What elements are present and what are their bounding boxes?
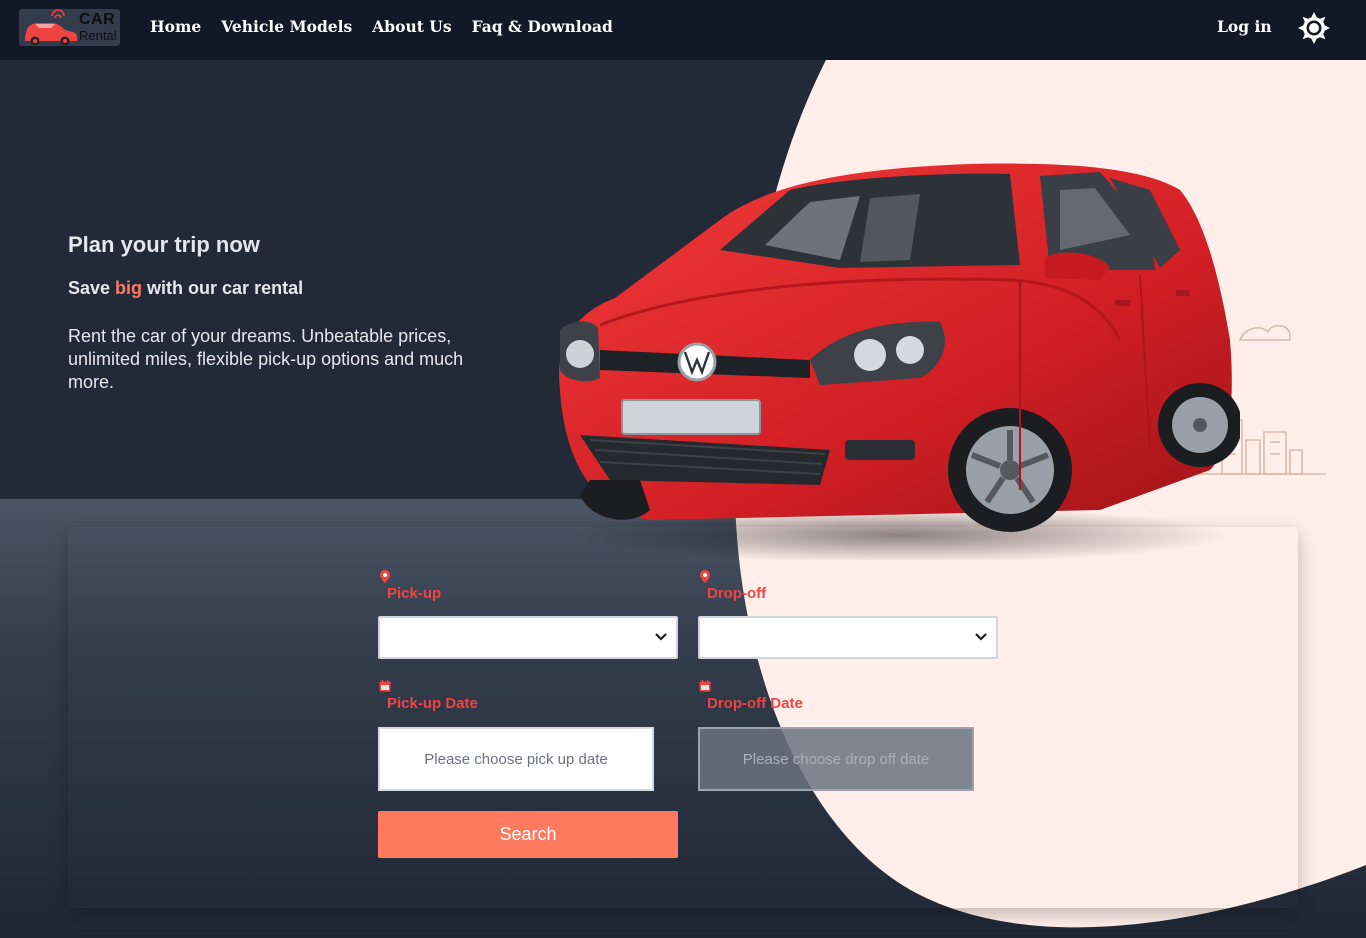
sun-icon (1298, 12, 1330, 44)
dropoff-date-label: Drop-off Date (707, 695, 803, 712)
nav-link-about-us[interactable]: About Us (372, 17, 451, 36)
red-car-image (559, 163, 1240, 560)
hero-text-block: Plan your trip now Save big with our car… (68, 232, 488, 394)
logo-brand-text: CAR (79, 11, 116, 28)
hero-subtitle-pre: Save (68, 278, 116, 298)
nav-links: Home Vehicle Models About Us Faq & Downl… (150, 17, 613, 36)
hero-title: Plan your trip now (68, 232, 260, 257)
dropoff-date-input[interactable] (698, 727, 974, 791)
pickup-date-input[interactable] (378, 727, 654, 791)
logo-sub-text: Rental (79, 28, 117, 43)
booking-card (68, 527, 1298, 908)
theme-toggle-button[interactable] (1297, 11, 1331, 45)
dropoff-select[interactable] (698, 616, 998, 659)
hero-description: Rent the car of your dreams. Unbeatable … (68, 326, 464, 392)
red-car-logo-icon (25, 9, 77, 46)
hero-subtitle-post: with our car rental (142, 278, 304, 298)
dropoff-label: Drop-off (707, 585, 767, 602)
nav-link-faq-download[interactable]: Faq & Download (472, 17, 613, 36)
navbar: CAR Rental Home Vehicle Models About Us … (0, 0, 1366, 60)
chevron-down-icon (655, 633, 667, 641)
hero-subtitle: Save big with our car rental (68, 278, 488, 299)
chevron-down-icon (975, 633, 987, 641)
pickup-label: Pick-up (387, 585, 442, 602)
location-pin-icon (380, 570, 390, 583)
logo[interactable]: CAR Rental (19, 9, 120, 46)
search-button[interactable]: Search (378, 811, 678, 858)
location-pin-icon (700, 570, 710, 583)
pickup-select[interactable] (378, 616, 678, 659)
calendar-icon (379, 680, 391, 692)
nav-link-vehicle-models[interactable]: Vehicle Models (221, 17, 352, 36)
pickup-date-label: Pick-up Date (387, 695, 478, 712)
nav-link-home[interactable]: Home (150, 17, 201, 36)
login-link[interactable]: Log in (1217, 17, 1272, 36)
calendar-icon (699, 680, 711, 692)
hero-subtitle-accent: big (115, 278, 143, 298)
